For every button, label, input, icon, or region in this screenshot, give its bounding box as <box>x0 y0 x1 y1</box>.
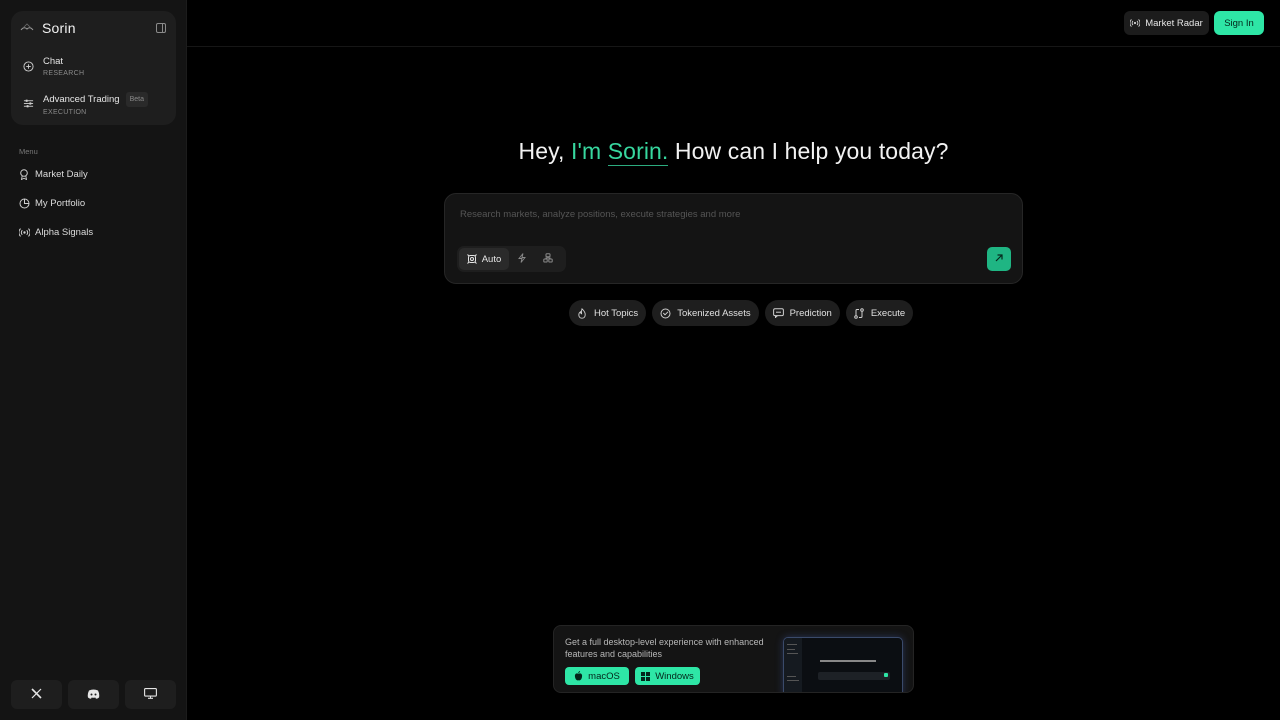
brand-name: Sorin <box>42 20 76 36</box>
download-windows-label: Windows <box>655 670 694 682</box>
chip-execute-label: Execute <box>870 307 906 319</box>
sidebar-collapse-icon[interactable] <box>155 22 167 34</box>
market-daily-label: Market Daily <box>35 168 88 180</box>
windows-icon <box>641 671 651 681</box>
broadcast-icon <box>1130 18 1141 28</box>
award-icon <box>19 168 30 180</box>
desktop-button[interactable] <box>125 680 176 709</box>
flame-icon <box>577 307 588 319</box>
advanced-trading-subtitle: EXECUTION <box>43 109 87 116</box>
discord-button[interactable] <box>68 680 119 709</box>
brand-row: Sorin <box>20 18 167 38</box>
preview-line <box>787 653 798 654</box>
alpha-signals-label: Alpha Signals <box>35 226 94 238</box>
chat-plus-icon <box>23 60 35 72</box>
desktop-icon <box>144 686 157 704</box>
social-row <box>11 680 176 709</box>
arrow-up-right-icon <box>994 250 1004 268</box>
sliders-icon <box>23 97 35 109</box>
mode-agents-button[interactable] <box>535 248 561 270</box>
beta-badge: Beta <box>125 92 148 107</box>
banner-text: Get a full desktop-level experience with… <box>565 637 764 659</box>
hero-accent-name: Sorin. <box>607 138 669 164</box>
chat-title: Chat <box>43 56 64 67</box>
discord-icon <box>87 686 100 704</box>
sorin-logo-icon <box>20 21 34 35</box>
mode-fast-button[interactable] <box>509 248 535 270</box>
chip-tokenized-assets[interactable]: Tokenized Assets <box>652 300 759 326</box>
chip-prediction[interactable]: Prediction <box>764 300 840 326</box>
hero-suffix: How can I help you today? <box>668 138 949 164</box>
hero-accent-im: I'm <box>571 138 608 164</box>
preview-heading <box>820 660 876 662</box>
broadcast-icon <box>19 227 30 238</box>
mode-selector: Auto <box>457 246 566 272</box>
desktop-app-preview <box>783 637 903 692</box>
chip-hot-topics[interactable]: Hot Topics <box>569 300 647 326</box>
my-portfolio-label: My Portfolio <box>35 197 86 209</box>
refresh-coin-icon <box>660 308 671 319</box>
mode-auto-label: Auto <box>481 253 502 265</box>
hero-prefix: Hey, <box>518 138 571 164</box>
download-macos-button[interactable]: macOS <box>565 667 629 685</box>
chip-tokenized-assets-label: Tokenized Assets <box>677 307 751 319</box>
sidebar: Sorin Chat RESEARCH Advanced Trading Bet… <box>0 0 187 720</box>
advanced-trading-title: Advanced Trading <box>43 94 120 105</box>
chip-execute[interactable]: Execute <box>845 300 914 326</box>
topbar <box>187 0 1280 47</box>
mode-auto-button[interactable]: Auto <box>459 248 509 270</box>
chip-prediction-label: Prediction <box>789 307 832 319</box>
apple-icon <box>574 671 583 681</box>
download-macos-label: macOS <box>588 670 620 682</box>
x-button[interactable] <box>11 680 62 709</box>
suggestion-chips: Hot Topics Tokenized Assets Prediction E… <box>569 300 914 326</box>
sidebar-item-my-portfolio[interactable]: My Portfolio <box>19 195 85 211</box>
prompt-box: Auto <box>444 193 1023 284</box>
chip-hot-topics-label: Hot Topics <box>594 307 639 319</box>
lightning-icon <box>518 252 526 266</box>
preview-sidebar <box>784 638 802 692</box>
menu-label: Menu <box>19 147 38 156</box>
git-compare-icon <box>854 307 865 319</box>
auto-mode-icon <box>466 254 477 264</box>
brand-card: Sorin Chat RESEARCH Advanced Trading Bet… <box>11 11 176 125</box>
agents-icon <box>543 252 553 266</box>
sidebar-item-alpha-signals[interactable]: Alpha Signals <box>19 224 93 240</box>
sidebar-item-advanced-trading[interactable]: Advanced Trading Beta EXECUTION <box>23 92 173 118</box>
market-radar-label: Market Radar <box>1145 17 1203 29</box>
pie-chart-icon <box>19 198 30 209</box>
sidebar-item-chat[interactable]: Chat RESEARCH <box>23 55 173 79</box>
hero-heading: Hey, I'm Sorin. How can I help you today… <box>187 138 1280 165</box>
desktop-app-banner: Get a full desktop-level experience with… <box>553 625 914 693</box>
chat-subtitle: RESEARCH <box>43 70 85 77</box>
send-button[interactable] <box>987 247 1011 271</box>
preview-line <box>787 676 796 677</box>
market-radar-button[interactable]: Market Radar <box>1124 11 1209 35</box>
download-windows-button[interactable]: Windows <box>635 667 700 685</box>
prompt-input[interactable] <box>460 206 780 222</box>
sign-in-button[interactable]: Sign In <box>1214 11 1264 35</box>
preview-send <box>884 673 888 677</box>
preview-line <box>787 649 795 650</box>
preview-input <box>818 672 890 680</box>
x-icon <box>31 686 42 704</box>
sidebar-item-market-daily[interactable]: Market Daily <box>19 166 88 182</box>
message-square-icon <box>772 308 784 319</box>
preview-line <box>787 680 799 681</box>
preview-line <box>787 644 797 645</box>
